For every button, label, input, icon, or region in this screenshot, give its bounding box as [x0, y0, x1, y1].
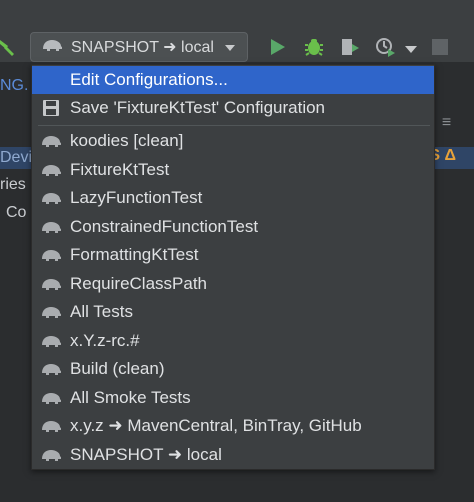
gradle-elephant-icon: [40, 189, 62, 207]
menu-item-label: ConstrainedFunctionTest: [70, 216, 259, 236]
menu-item-label: SNAPSHOT ➜ local: [70, 444, 222, 464]
menu-item-config[interactable]: LazyFunctionTest: [32, 184, 434, 212]
menu-item-label: FormattingKtTest: [70, 245, 199, 264]
run-configuration-selector[interactable]: SNAPSHOT ➜ local: [30, 32, 248, 62]
stop-icon[interactable]: [432, 39, 448, 55]
selected-configuration-label: SNAPSHOT ➜ local: [71, 39, 214, 56]
menu-item-config[interactable]: All Smoke Tests: [32, 384, 434, 412]
gradle-elephant-icon: [40, 332, 62, 350]
menu-item-label: koodies [clean]: [70, 131, 184, 150]
gradle-elephant-icon: [41, 37, 63, 58]
menu-item-label: FixtureKtTest: [70, 159, 170, 179]
gradle-elephant-icon: [40, 275, 62, 293]
build-hammer-icon[interactable]: [0, 34, 18, 58]
menu-item-config[interactable]: RequireClassPath: [32, 270, 434, 298]
menu-item-save-configuration[interactable]: Save 'FixtureKtTest' Configuration: [32, 94, 434, 122]
menu-item-edit-configurations[interactable]: Edit Configurations...: [32, 66, 434, 94]
menu-item-config[interactable]: x.y.z ➜ MavenCentral, BinTray, GitHub: [32, 412, 434, 440]
background-row-fragment[interactable]: ries: [0, 176, 26, 194]
menu-item-label: All Tests: [70, 302, 133, 321]
save-disk-icon: [40, 99, 62, 117]
run-configurations-dropdown: Edit Configurations... Save 'FixtureKtTe…: [31, 64, 435, 470]
menu-item-label: x.y.z ➜ MavenCentral, BinTray, GitHub: [70, 416, 362, 435]
menu-item-label: RequireClassPath: [70, 273, 208, 293]
gradle-elephant-icon: [40, 132, 62, 150]
menu-item-label: Edit Configurations...: [70, 70, 228, 89]
menu-item-label: Build (clean): [70, 359, 165, 378]
run-icon[interactable]: [266, 35, 290, 59]
menu-item-config[interactable]: Build (clean): [32, 355, 434, 383]
menu-item-label: All Smoke Tests: [70, 387, 191, 407]
menu-item-config[interactable]: x.Y.z-rc.#: [32, 327, 434, 355]
gradle-elephant-icon: [40, 161, 62, 179]
gradle-elephant-icon: [40, 389, 62, 407]
background-row-text: Devi: [0, 149, 33, 166]
gradle-elephant-icon: [40, 360, 62, 378]
chevron-down-icon: [225, 45, 235, 51]
menu-item-config[interactable]: ConstrainedFunctionTest: [32, 213, 434, 241]
chevron-down-icon[interactable]: [404, 41, 418, 53]
background-tab-fragment[interactable]: NG.: [0, 72, 30, 100]
menu-item-label: Save 'FixtureKtTest' Configuration: [70, 98, 325, 117]
gradle-elephant-icon: [40, 246, 62, 264]
debug-bug-icon[interactable]: [302, 35, 326, 59]
menu-item-config[interactable]: FixtureKtTest: [32, 156, 434, 184]
gradle-elephant-icon: [40, 303, 62, 321]
menu-item-label: x.Y.z-rc.#: [70, 330, 140, 350]
menu-item-config[interactable]: koodies [clean]: [32, 127, 434, 155]
coverage-shield-icon[interactable]: [338, 35, 362, 59]
profiler-icon[interactable]: [374, 35, 398, 59]
menu-separator: [38, 125, 430, 126]
menu-item-label: LazyFunctionTest: [70, 188, 203, 207]
background-row-fragment[interactable]: Co: [6, 204, 26, 222]
blank-icon: [40, 71, 62, 89]
menu-item-config[interactable]: All Tests: [32, 298, 434, 326]
menu-item-config[interactable]: SNAPSHOT ➜ local: [32, 441, 434, 469]
gradle-elephant-icon: [40, 446, 62, 464]
menu-item-config[interactable]: FormattingKtTest: [32, 241, 434, 269]
gradle-elephant-icon: [40, 218, 62, 236]
gradle-elephant-icon: [40, 417, 62, 435]
